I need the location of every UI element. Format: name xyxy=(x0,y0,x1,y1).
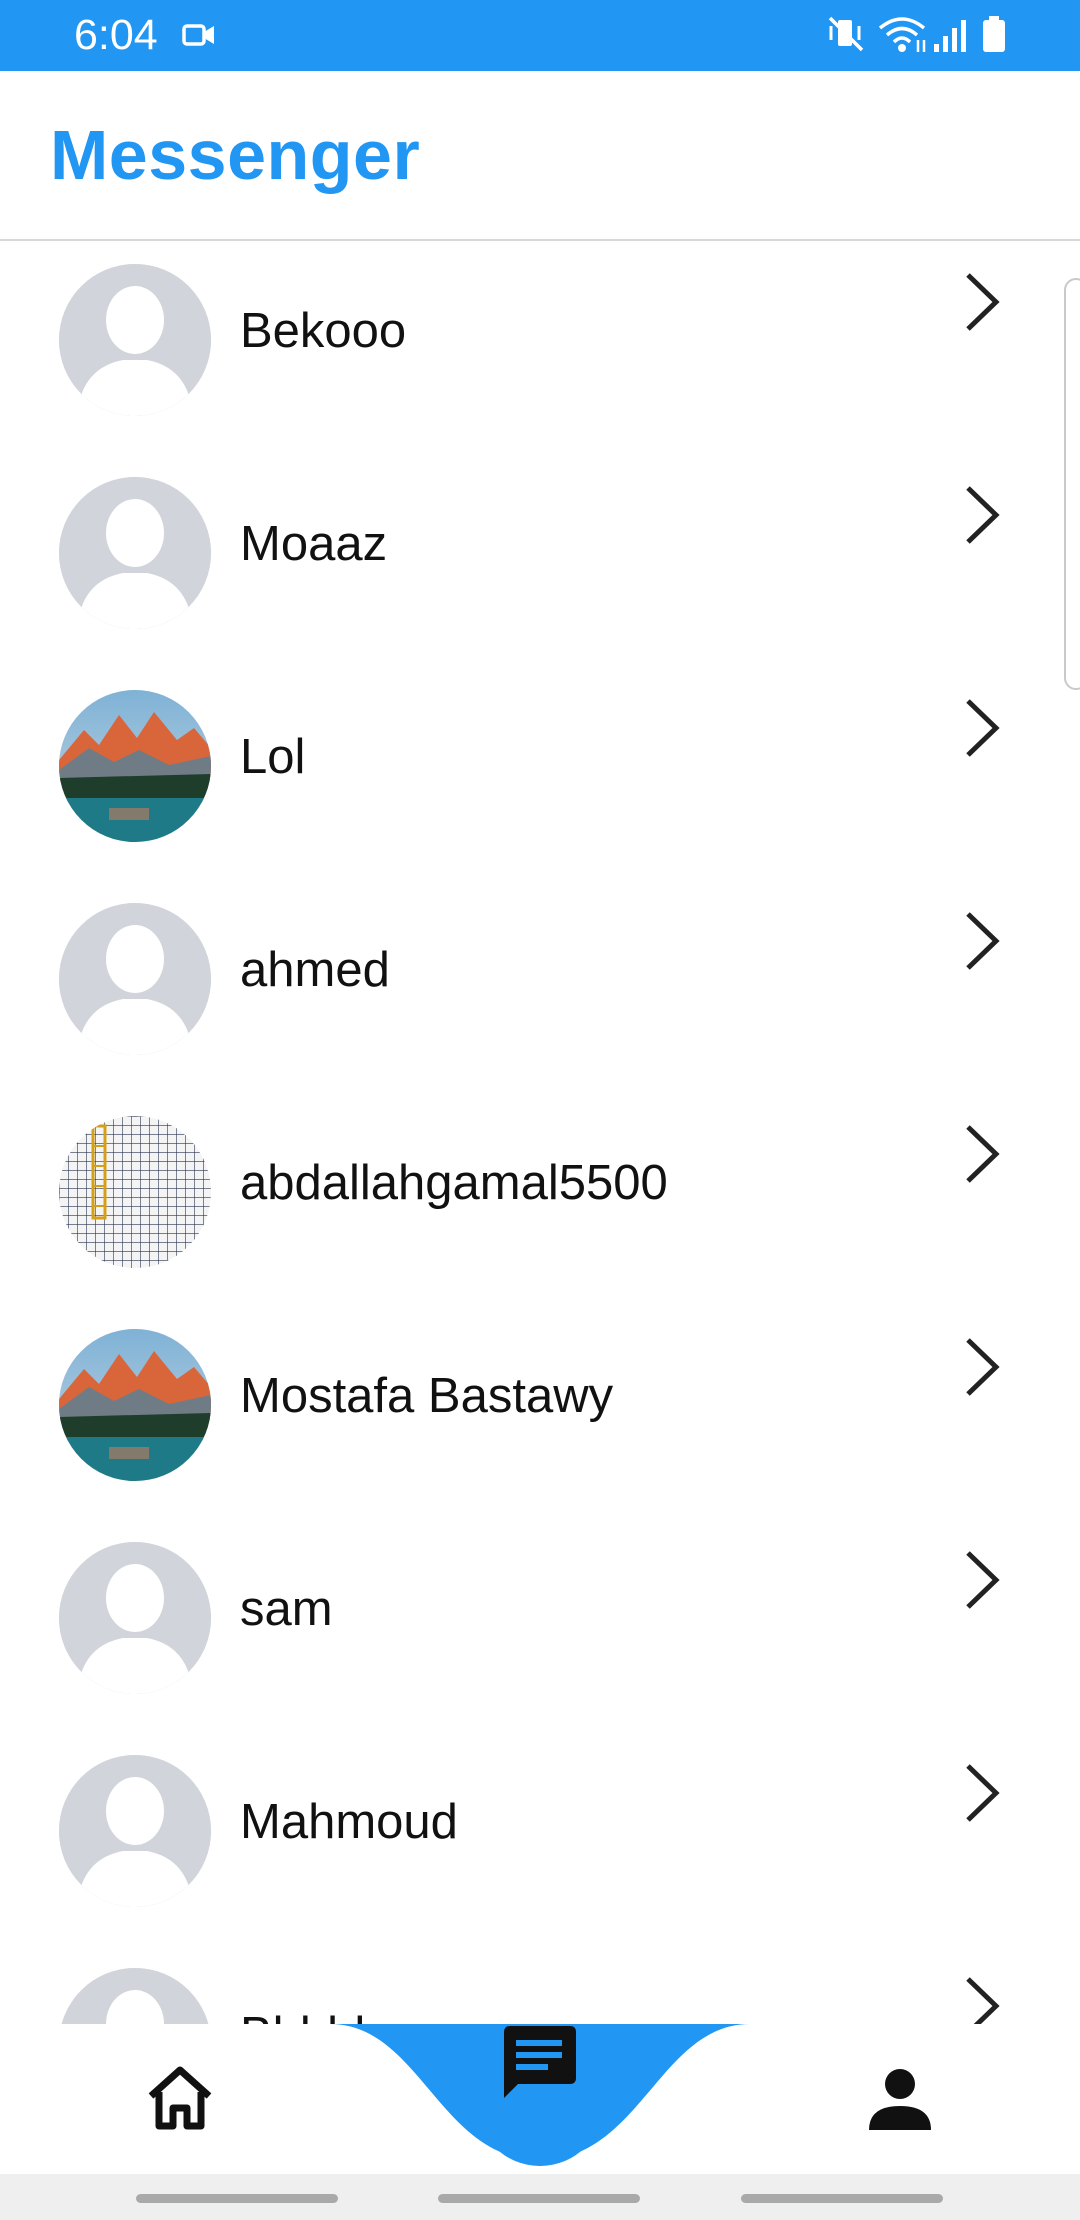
chevron-right-icon[interactable] xyxy=(960,269,1004,340)
chevron-right-icon[interactable] xyxy=(960,1760,1004,1831)
contact-name: Lol xyxy=(240,730,306,784)
battery-icon xyxy=(981,14,1007,59)
contact-row[interactable]: Mahmoud xyxy=(0,1732,1080,1945)
wifi-icon xyxy=(876,14,928,59)
vibrate-mute-icon xyxy=(826,14,866,59)
contact-name: Bekooo xyxy=(240,304,407,358)
system-navigation-bar xyxy=(0,2174,1080,2220)
avatar xyxy=(59,690,211,842)
contact-name: abdallahgamal5500 xyxy=(240,1156,668,1210)
contact-row[interactable]: Mostafa Bastawy xyxy=(0,1306,1080,1519)
contact-name: Mahmoud xyxy=(240,1795,458,1849)
avatar xyxy=(59,1116,211,1268)
avatar xyxy=(59,477,211,629)
chevron-right-icon[interactable] xyxy=(960,908,1004,979)
system-nav-handle[interactable] xyxy=(438,2194,640,2203)
avatar xyxy=(59,1968,211,2024)
contact-row[interactable]: Bbbbb xyxy=(0,1945,1080,2024)
system-nav-handle[interactable] xyxy=(136,2194,338,2203)
chevron-right-icon[interactable] xyxy=(960,1547,1004,1618)
chat-icon[interactable] xyxy=(500,2024,580,2109)
chevron-right-icon[interactable] xyxy=(960,695,1004,766)
contact-row[interactable]: Moaaz xyxy=(0,454,1080,667)
avatar xyxy=(59,1542,211,1694)
chevron-right-icon[interactable] xyxy=(960,1121,1004,1192)
contact-row[interactable]: sam xyxy=(0,1519,1080,1732)
avatar xyxy=(59,1329,211,1481)
home-icon[interactable] xyxy=(145,2064,215,2135)
bottom-navigation xyxy=(0,2024,1080,2174)
person-icon[interactable] xyxy=(867,2068,933,2135)
contact-name: Bbbbb xyxy=(240,2005,382,2024)
signal-icon xyxy=(932,16,968,59)
contact-list[interactable]: Bekooo Moaaz Lol ahmed abdallahgamal5500… xyxy=(0,241,1080,2024)
page-title: Messenger xyxy=(50,116,421,194)
contact-row[interactable]: ahmed xyxy=(0,880,1080,1093)
app-bar: Messenger xyxy=(0,71,1080,241)
scrollbar[interactable] xyxy=(1064,278,1080,690)
chevron-right-icon[interactable] xyxy=(960,1334,1004,1405)
avatar xyxy=(59,903,211,1055)
system-nav-handle[interactable] xyxy=(741,2194,943,2203)
contact-name: sam xyxy=(240,1582,333,1636)
contact-name: ahmed xyxy=(240,943,390,997)
avatar xyxy=(59,264,211,416)
chevron-right-icon[interactable] xyxy=(960,482,1004,553)
status-time: 6:04 xyxy=(74,11,158,59)
contact-row[interactable]: abdallahgamal5500 xyxy=(0,1093,1080,1306)
video-camera-icon xyxy=(182,22,216,53)
status-bar: 6:04 xyxy=(0,0,1080,71)
avatar xyxy=(59,1755,211,1907)
contact-name: Moaaz xyxy=(240,517,388,571)
contact-row[interactable]: Bekooo xyxy=(0,241,1080,454)
contact-name: Mostafa Bastawy xyxy=(240,1369,614,1423)
chevron-right-icon[interactable] xyxy=(960,1973,1004,2024)
contact-row[interactable]: Lol xyxy=(0,667,1080,880)
